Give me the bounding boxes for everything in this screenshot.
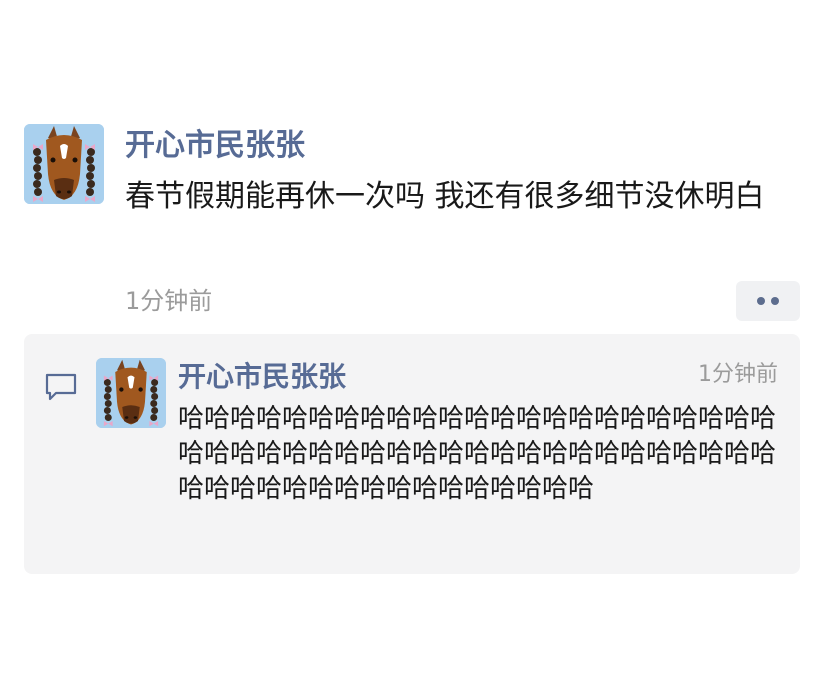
comment-panel: 开心市民张张 1分钟前 哈哈哈哈哈哈哈哈哈哈哈哈哈哈哈哈哈哈哈哈哈哈哈哈哈哈哈哈… <box>24 334 800 574</box>
post-timestamp: 1分钟前 <box>125 287 213 315</box>
more-dots-icon <box>771 297 779 305</box>
comment-author-name[interactable]: 开心市民张张 <box>178 356 346 398</box>
more-dots-icon <box>757 297 765 305</box>
horse-avatar-image <box>96 358 166 428</box>
comment-text[interactable]: 哈哈哈哈哈哈哈哈哈哈哈哈哈哈哈哈哈哈哈哈哈哈哈哈哈哈哈哈哈哈哈哈哈哈哈哈哈哈哈哈… <box>178 402 786 507</box>
horse-avatar-image <box>24 124 104 204</box>
more-button[interactable] <box>736 281 800 321</box>
post-author-avatar[interactable] <box>24 124 104 204</box>
comment-timestamp: 1分钟前 <box>698 362 778 387</box>
post-author-name[interactable]: 开心市民张张 <box>125 124 305 168</box>
post-text: 春节假期能再休一次吗 我还有很多细节没休明白 <box>125 179 765 214</box>
comment-bubble-icon <box>45 373 77 401</box>
comment-author-avatar[interactable] <box>96 358 166 428</box>
